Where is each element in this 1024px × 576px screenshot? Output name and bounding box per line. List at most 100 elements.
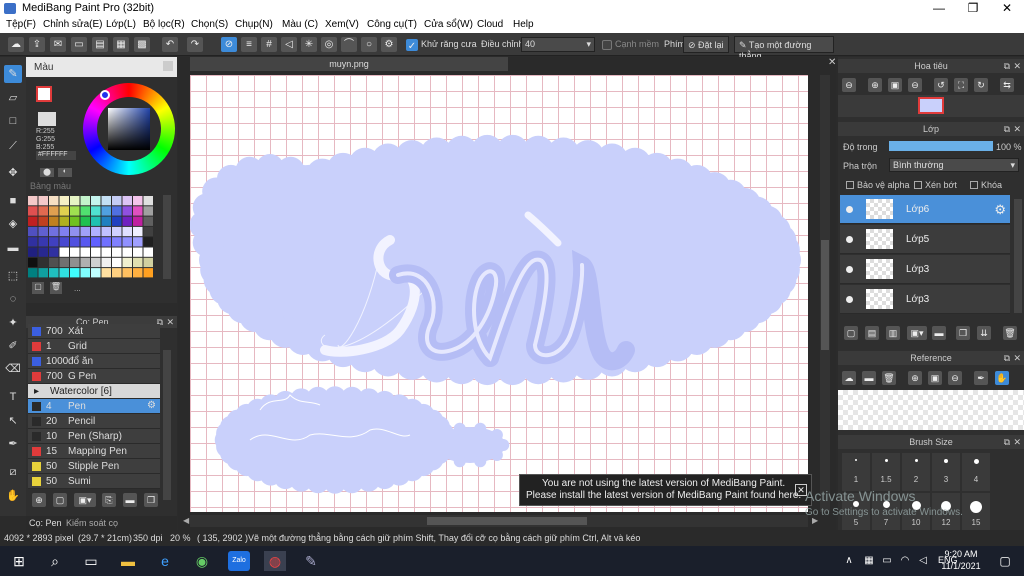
palette-swatch[interactable] xyxy=(101,237,112,247)
hand-tool-icon[interactable]: ✋ xyxy=(4,487,22,505)
palette-swatch[interactable] xyxy=(80,226,91,237)
vertical-scroll-thumb[interactable] xyxy=(821,240,829,350)
palette-swatch[interactable] xyxy=(143,237,154,247)
palette-swatch[interactable] xyxy=(91,237,101,247)
protect-alpha-checkbox[interactable] xyxy=(846,181,854,189)
opacity-slider[interactable] xyxy=(889,141,993,151)
horizontal-scroll-thumb[interactable] xyxy=(427,517,587,525)
layer-row[interactable]: Lớp5 xyxy=(840,225,1010,254)
layer-folder-icon[interactable]: ▬ xyxy=(932,326,946,340)
saturation-square[interactable] xyxy=(108,108,150,150)
palette-swatch[interactable] xyxy=(143,196,154,206)
duplicate-icon[interactable]: ❐ xyxy=(144,493,158,507)
palette-swatch[interactable] xyxy=(122,268,133,278)
palette-swatch[interactable] xyxy=(28,216,38,226)
menu-color[interactable]: Màu (C) xyxy=(282,19,318,30)
chrome-icon[interactable]: ◍ xyxy=(264,551,286,571)
correction-select[interactable]: 40 ▾ xyxy=(521,37,595,52)
brush-size-cell[interactable]: 15 xyxy=(962,493,990,531)
gradient-tool-icon[interactable]: ▬ xyxy=(4,239,22,257)
palette-swatch[interactable] xyxy=(133,237,143,247)
delete-reference-icon[interactable]: 🗑 xyxy=(882,371,896,385)
palette-swatch[interactable] xyxy=(101,226,112,237)
layer-row[interactable]: Lớp3 xyxy=(840,285,1010,314)
menu-filter[interactable]: Bộ lọc(R) xyxy=(143,19,185,30)
palette-swatch[interactable] xyxy=(49,257,59,268)
rect-tool-icon[interactable]: □ xyxy=(4,112,22,130)
palette-swatch[interactable] xyxy=(112,216,122,226)
straight-line-button[interactable]: ✎ Tạo một đường thẳng xyxy=(734,36,834,61)
bucket-tool-icon[interactable]: ◈ xyxy=(4,215,22,233)
visibility-icon[interactable] xyxy=(846,236,853,243)
palette-swatch[interactable] xyxy=(38,257,49,268)
delete-layer-icon[interactable]: 🗑 xyxy=(1003,326,1017,340)
brush-item[interactable]: 1 Grid xyxy=(28,339,160,354)
expand-triangle-icon[interactable]: ▸ xyxy=(34,386,39,397)
clock-time[interactable]: 9:20 AM xyxy=(941,549,981,559)
palette-swatch[interactable] xyxy=(28,196,38,206)
layer-row[interactable]: Lớp3 xyxy=(840,255,1010,284)
palette-swatch[interactable] xyxy=(59,216,70,226)
gear-icon[interactable]: ⚙ xyxy=(994,202,1006,218)
panel-close-icon[interactable]: ✕ xyxy=(1013,122,1021,136)
palette-swatch[interactable] xyxy=(38,247,49,257)
palette-swatch[interactable] xyxy=(38,237,49,247)
brush-size-cell[interactable]: 3 xyxy=(932,453,960,491)
menu-layer[interactable]: Lớp(L) xyxy=(106,19,136,30)
brush-item[interactable]: 700 Xát xyxy=(28,324,160,339)
brush-size-cell[interactable]: 1.5 xyxy=(872,453,900,491)
select-pen-icon[interactable]: ✐ xyxy=(4,337,22,355)
zoom-out-icon[interactable]: ⊖ xyxy=(948,371,962,385)
folder-icon[interactable]: ▬ xyxy=(123,493,137,507)
palette-swatch[interactable] xyxy=(59,257,70,268)
palette-swatch[interactable] xyxy=(28,237,38,247)
edge-icon[interactable]: e xyxy=(154,551,176,571)
palette-swatch[interactable] xyxy=(38,206,49,216)
document-close-icon[interactable]: ✕ xyxy=(828,57,836,68)
magic-wand-icon[interactable]: ✦ xyxy=(4,314,22,332)
cloud-icon[interactable]: ☁ xyxy=(8,37,24,52)
palette-swatch[interactable] xyxy=(101,257,112,268)
palette-swatch[interactable] xyxy=(59,247,70,257)
close-button[interactable]: ✕ xyxy=(990,0,1024,17)
volume-icon[interactable]: ◁ xyxy=(912,551,934,571)
snap-vanish-icon[interactable]: ◁ xyxy=(281,37,297,52)
file-explorer-icon[interactable]: ▬ xyxy=(117,551,139,571)
layer-row[interactable]: Lớp6 ⚙ xyxy=(840,195,1010,224)
brush-scrollbar[interactable] xyxy=(163,350,171,500)
panel-close-icon[interactable]: ✕ xyxy=(1013,59,1021,73)
new-layer-icon[interactable]: ▢ xyxy=(844,326,858,340)
palette-swatch[interactable] xyxy=(49,216,59,226)
panel-close-icon[interactable] xyxy=(163,61,173,71)
palette-swatch[interactable] xyxy=(91,216,101,226)
palette-swatch[interactable] xyxy=(143,257,154,268)
palette-swatch[interactable] xyxy=(133,268,143,278)
palette-swatch[interactable] xyxy=(112,206,122,216)
comment-icon[interactable]: ▭ xyxy=(71,37,87,52)
fit-icon[interactable]: ▣ xyxy=(928,371,942,385)
palette-swatch[interactable] xyxy=(91,247,101,257)
new-palette-icon[interactable]: ▢ xyxy=(32,282,44,294)
zoom-in-icon[interactable]: ⊕ xyxy=(868,78,882,92)
palette-swatch[interactable] xyxy=(38,216,49,226)
palette-swatch[interactable] xyxy=(143,206,154,216)
color-swap-button[interactable]: ◐ xyxy=(58,168,72,177)
palette-swatch[interactable] xyxy=(49,268,59,278)
search-icon[interactable]: ⌕ xyxy=(44,551,66,571)
palette-swatch[interactable] xyxy=(80,247,91,257)
add-brush-icon[interactable]: ⊕ xyxy=(32,493,46,507)
palette-swatch[interactable] xyxy=(70,226,80,237)
soft-edge-checkbox[interactable] xyxy=(602,40,612,50)
vertical-scrollbar[interactable] xyxy=(820,75,830,512)
brush-item[interactable]: 700 G Pen xyxy=(28,369,160,384)
transparent-swatch[interactable] xyxy=(38,112,56,126)
palette-swatch[interactable] xyxy=(91,206,101,216)
palette-swatch[interactable] xyxy=(28,257,38,268)
palette-swatch[interactable] xyxy=(70,268,80,278)
palette-swatch[interactable] xyxy=(38,196,49,206)
document-tab[interactable]: muyn.png xyxy=(190,57,508,71)
palette-swatch[interactable] xyxy=(133,247,143,257)
horizontal-scrollbar[interactable] xyxy=(190,515,808,527)
redo-icon[interactable]: ↷ xyxy=(187,37,203,52)
move-tool-icon[interactable]: ✥ xyxy=(4,164,22,182)
